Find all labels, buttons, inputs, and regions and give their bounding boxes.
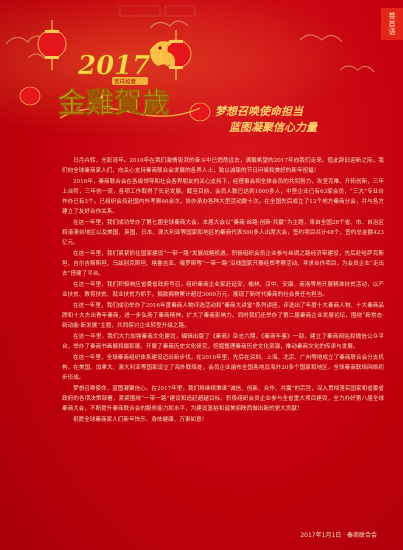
page-headline: 梦想召唤使命担当 蓝图凝聚信心力量 bbox=[215, 104, 385, 136]
magazine-page: 2017 吉祥如意 金雞賀歲 卷首语 梦想召唤使命担当 蓝图凝聚信心力量 日月卉… bbox=[0, 0, 403, 550]
paragraph: 在这一年里，我们紧紧抓住国家建设“一带一路”发展战略机遇，积极组织会员企业参与丝… bbox=[62, 251, 384, 277]
paragraph: 梦想召唤使命，蓝图凝聚信心。在2017年里，我们将继续秉承“诚信、创新、合作、共… bbox=[62, 386, 384, 412]
article-body: 日月卉转，光影流年。2016年在我们激情澎湃的奋斗中已悄然远去，满载希望的201… bbox=[62, 156, 384, 426]
paragraph: 2016年，秦商联合会在各级领导和社会各界朋友的关心支持下，经理事会和全体会员的… bbox=[62, 179, 384, 215]
new-year-banner-art: 2017 吉祥如意 金雞賀歲 bbox=[5, 5, 375, 122]
lantern-icon bbox=[37, 20, 67, 70]
paragraph: 日月卉转，光影流年。2016年在我们激情澎湃的奋斗中已悄然远去，满载希望的201… bbox=[62, 158, 384, 174]
banner-small-tag: 吉祥如意 bbox=[114, 78, 137, 86]
paragraph: 在这一年里，我们成功举办了2016年度秦商人物评选活动和“秦商大讲堂”系列讲座，… bbox=[62, 303, 384, 329]
headline-line-1: 梦想召唤使命担当 bbox=[215, 105, 303, 118]
headline-line-2: 蓝图凝聚信心力量 bbox=[229, 121, 317, 134]
paragraph: 在这一年里，全球秦商组织体系建设迈出新步伐，在2016年里，先后在深圳、上海、北… bbox=[62, 355, 384, 381]
footer-signature: 2017年1月1日 · 秦商联合会 bbox=[300, 532, 377, 539]
banner-year: 2017 bbox=[77, 51, 150, 81]
paragraph: 在这一年里，我们大力加强秦商文化建设，编辑出版了《秦商》杂志六期，《秦商年鉴》一… bbox=[62, 334, 384, 350]
section-tab[interactable]: 卷首语 bbox=[381, 8, 403, 40]
banner-title: 金雞賀歲 bbox=[57, 86, 170, 119]
paragraph: 在这一年里，我们成功举办了第七届全球秦商大会，本届大会以“秦商·丝路·创新·共赢… bbox=[62, 220, 384, 246]
paragraph: 在这一年里，我们积极响应省委省政府号召，组织秦商企业家赴延安、榆林、汉中、安康、… bbox=[62, 282, 384, 298]
paragraph: 祝愿全球秦商家人们新年快乐、身体健康、万事如意！ bbox=[73, 417, 208, 423]
